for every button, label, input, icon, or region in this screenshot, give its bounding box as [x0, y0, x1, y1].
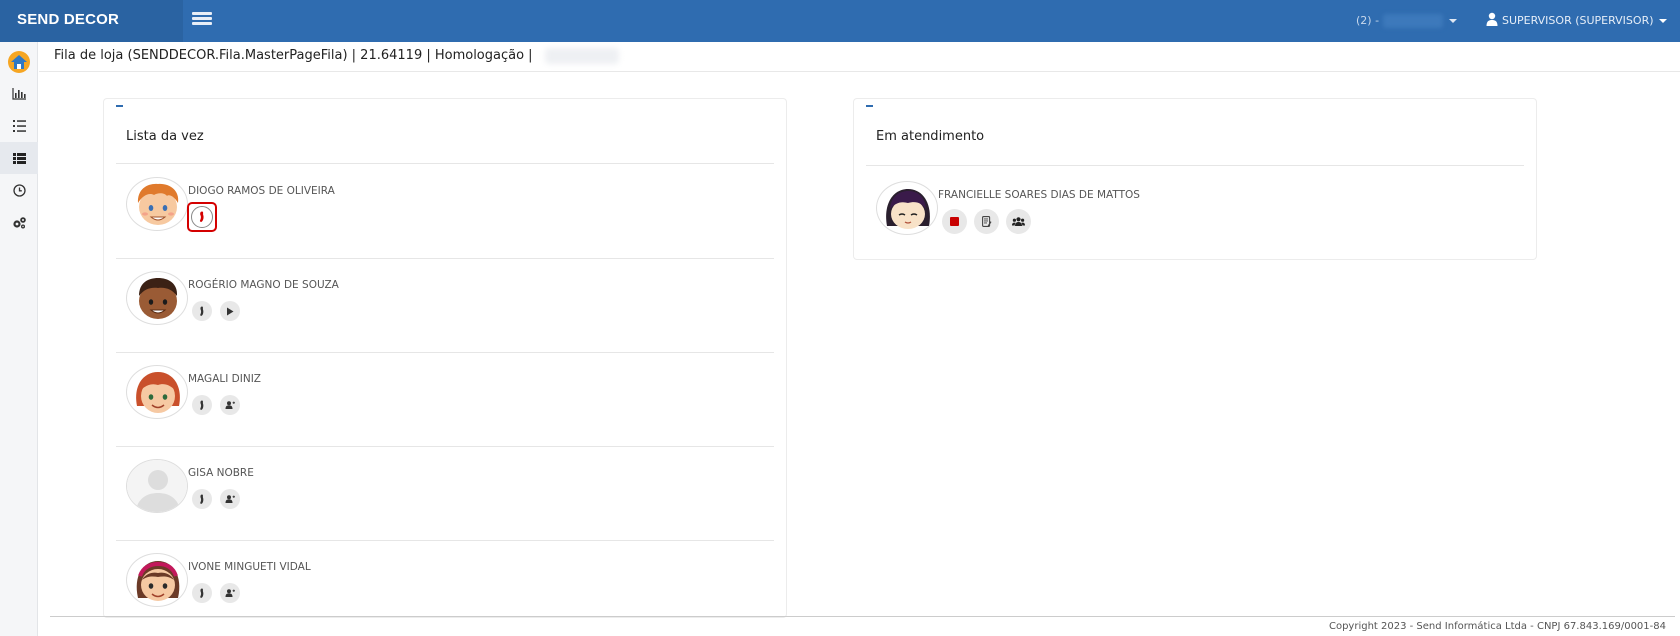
user-plus-icon — [225, 401, 235, 409]
avatar — [126, 553, 188, 607]
queue-entry: ROGÉRIO MAGNO DE SOUZA — [104, 259, 786, 353]
clock-icon — [12, 183, 26, 197]
page-title: Fila de loja (SENDDECOR.Fila.MasterPageF… — [54, 48, 533, 63]
hamburger-menu-icon[interactable] — [190, 10, 214, 32]
list-ordered-icon — [12, 120, 26, 132]
top-navbar: SEND DECOR (2) - SUPERVISOR (SUPERVISOR) — [0, 0, 1680, 42]
employee-name: DIOGO RAMOS DE OLIVEIRA — [188, 185, 335, 197]
queue-entry: MAGALI DINIZ — [104, 353, 786, 447]
attending-panel: Em atendimento FRANCIELLE SOARES DIAS DE… — [853, 98, 1537, 260]
caret-down-icon — [1449, 19, 1458, 23]
home-icon — [8, 51, 30, 73]
user-plus-icon — [225, 495, 235, 503]
stop-icon — [950, 217, 959, 226]
avatar-girl-dark-hair-icon — [886, 189, 930, 229]
start-service-button[interactable] — [192, 489, 212, 509]
queue-entry: IVONE MINGUETI VIDAL — [104, 541, 786, 635]
assign-customer-button[interactable] — [220, 395, 240, 415]
avatar-girl-red-hair-icon — [136, 372, 180, 413]
user-icon — [1486, 12, 1498, 26]
group-service-button[interactable] — [1006, 209, 1031, 234]
start-service-button[interactable] — [192, 583, 212, 603]
avatar-boy-dark-skin-icon — [139, 278, 178, 319]
user-plus-icon — [225, 589, 235, 597]
page-header: Fila de loja (SENDDECOR.Fila.MasterPageF… — [39, 42, 1680, 72]
divider — [116, 163, 774, 164]
walk-icon — [200, 494, 204, 504]
caret-down-icon — [1658, 19, 1667, 23]
avatar-placeholder-icon — [127, 460, 187, 512]
entry-actions — [192, 395, 240, 415]
walk-icon — [200, 306, 204, 316]
start-service-button[interactable] — [192, 395, 212, 415]
employee-name: MAGALI DINIZ — [188, 373, 261, 385]
assign-customer-button[interactable] — [220, 489, 240, 509]
gears-icon — [12, 216, 26, 228]
sidebar-item-settings[interactable] — [0, 206, 38, 238]
avatar-girl-headband-icon — [136, 561, 180, 601]
store-selector-label: (2) - — [1356, 14, 1380, 27]
avatar — [126, 177, 188, 231]
sidebar-item-queue[interactable] — [0, 142, 38, 174]
entry-actions — [192, 583, 240, 603]
walk-icon — [200, 588, 204, 598]
play-icon — [227, 307, 234, 315]
user-menu-dropdown[interactable]: SUPERVISOR (SUPERVISOR) — [1486, 11, 1667, 31]
queue-panel-title: Lista da vez — [126, 129, 204, 144]
avatar — [126, 271, 188, 325]
avatar — [126, 365, 188, 419]
sidebar-item-reports[interactable] — [0, 78, 38, 110]
collapse-minus-icon[interactable] — [866, 105, 873, 107]
stop-service-button[interactable] — [942, 209, 967, 234]
start-service-button[interactable] — [187, 202, 217, 232]
sidebar-item-ordered-list[interactable] — [0, 110, 38, 142]
store-selector-dropdown[interactable]: (2) - — [1356, 11, 1458, 31]
queue-panel: Lista da vez DIOGO RAMOS DE OLIVEIRA ROG… — [103, 98, 787, 618]
employee-name: FRANCIELLE SOARES DIAS DE MATTOS — [938, 189, 1140, 201]
user-menu-label: SUPERVISOR (SUPERVISOR) — [1502, 14, 1654, 27]
entry-actions — [192, 489, 240, 509]
attending-panel-title: Em atendimento — [876, 129, 985, 144]
environment-name-redacted — [545, 48, 619, 64]
walk-icon — [200, 400, 204, 410]
sidebar — [0, 42, 38, 636]
entry-actions — [192, 301, 240, 321]
attending-entry: FRANCIELLE SOARES DIAS DE MATTOS — [854, 169, 1536, 263]
brand-logo[interactable]: SEND DECOR — [0, 0, 183, 42]
walk-icon — [199, 211, 204, 222]
avatar — [876, 181, 938, 235]
avatar — [126, 459, 188, 513]
queue-entry: DIOGO RAMOS DE OLIVEIRA — [104, 165, 786, 259]
employee-name: ROGÉRIO MAGNO DE SOUZA — [188, 279, 339, 291]
employee-name: IVONE MINGUETI VIDAL — [188, 561, 311, 573]
store-name-redacted — [1383, 14, 1444, 28]
notes-icon — [981, 216, 991, 227]
sidebar-item-history[interactable] — [0, 174, 38, 206]
queue-entry: GISA NOBRE — [104, 447, 786, 541]
list-icon — [12, 152, 26, 164]
entry-actions — [942, 209, 1031, 234]
footer-divider — [50, 616, 1675, 617]
group-icon — [1012, 217, 1025, 226]
bar-chart-icon — [12, 88, 26, 100]
start-service-button[interactable] — [192, 301, 212, 321]
avatar-boy-orange-hair-icon — [137, 183, 179, 225]
collapse-minus-icon[interactable] — [116, 105, 123, 107]
service-notes-button[interactable] — [974, 209, 999, 234]
employee-name: GISA NOBRE — [188, 467, 254, 479]
assign-customer-button[interactable] — [220, 583, 240, 603]
sidebar-item-home[interactable] — [0, 46, 38, 78]
entry-actions — [187, 202, 217, 232]
divider — [866, 165, 1524, 166]
resume-button[interactable] — [220, 301, 240, 321]
footer-copyright: Copyright 2023 - Send Informática Ltda -… — [1328, 621, 1666, 632]
